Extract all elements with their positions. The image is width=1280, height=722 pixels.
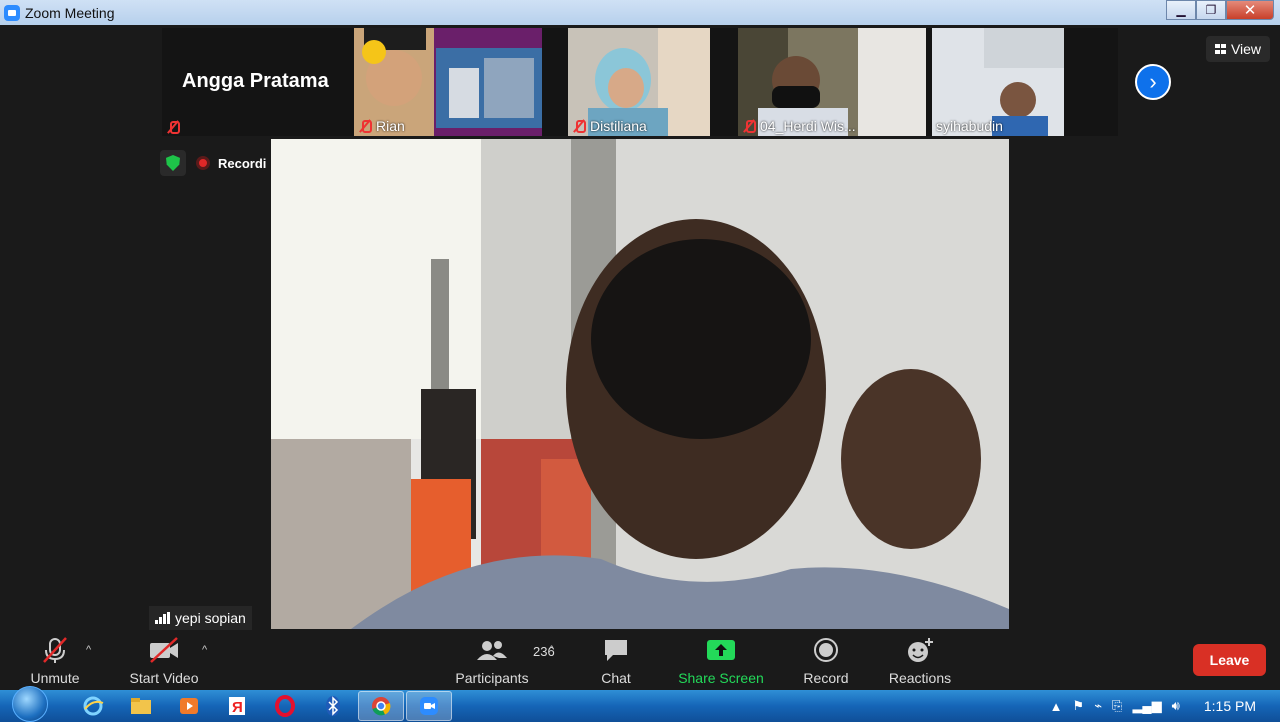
start-video-label: Start Video	[129, 670, 199, 686]
active-speaker-video	[271, 139, 1009, 629]
taskbar-clock[interactable]: 1:15 PM	[1204, 698, 1256, 714]
svg-text:Я: Я	[232, 699, 243, 716]
active-speaker-label: yepi sopian	[149, 606, 252, 630]
muted-mic-icon	[572, 119, 586, 133]
chat-icon	[602, 636, 630, 664]
share-screen-label: Share Screen	[678, 670, 764, 686]
audio-options-caret-icon[interactable]: ^	[86, 644, 91, 656]
close-button[interactable]: ✕	[1226, 0, 1274, 20]
wifi-signal-icon[interactable]: ▂▄▆	[1132, 698, 1161, 714]
file-explorer-icon[interactable]	[118, 691, 164, 721]
window-titlebar: Zoom Meeting ▁ ❐ ✕	[0, 0, 1280, 25]
system-tray: ▲ ⚑ ⌁ ⎘ ▂▄▆ 🔊︎ 1:15 PM	[1050, 690, 1280, 722]
share-screen-button[interactable]: Share Screen	[675, 630, 767, 690]
unmute-button[interactable]: Unmute	[22, 630, 88, 690]
view-button[interactable]: View	[1206, 36, 1270, 62]
muted-mic-icon	[742, 119, 756, 133]
participant-name: Distiliana	[590, 118, 647, 134]
participant-name: 04_Herdi Wis...	[760, 118, 856, 134]
record-label: Record	[803, 670, 849, 686]
meeting-toolbar: Unmute ^ Start Video ^ 236 Participants …	[0, 630, 1280, 690]
show-hidden-icons-icon[interactable]: ▲	[1050, 699, 1063, 714]
participants-icon: 236	[475, 636, 555, 664]
internet-explorer-icon[interactable]	[70, 691, 116, 721]
media-player-icon[interactable]	[166, 691, 212, 721]
chat-button[interactable]: Chat	[591, 630, 641, 690]
next-page-button[interactable]: ›	[1135, 64, 1171, 100]
signal-strength-icon	[155, 612, 170, 624]
bluetooth-icon[interactable]	[310, 691, 356, 721]
reactions-icon	[905, 636, 935, 664]
participant-tile[interactable]: 04_Herdi Wis...	[738, 28, 926, 136]
record-button[interactable]: Record	[799, 630, 853, 690]
chevron-right-icon: ›	[1149, 69, 1157, 94]
recording-indicator[interactable]: Recordi	[196, 150, 266, 176]
participant-tile[interactable]: syihabudin	[932, 28, 1064, 136]
start-button[interactable]	[12, 686, 48, 722]
participant-name: Rian	[376, 118, 405, 134]
yandex-browser-icon[interactable]: Я	[214, 691, 260, 721]
usb-device-icon[interactable]: ⎘	[1112, 698, 1122, 714]
unmute-label: Unmute	[30, 670, 80, 686]
participant-tile[interactable]: Rian	[354, 28, 542, 136]
minimize-button[interactable]: ▁	[1166, 0, 1196, 20]
participants-options-caret-icon[interactable]: ^	[549, 644, 554, 656]
zoom-logo-icon	[4, 4, 20, 21]
muted-mic-icon	[40, 636, 70, 664]
participants-label: Participants	[455, 670, 529, 686]
gallery-strip: Angga Pratama Rian Distiliana 04_Herdi W…	[162, 28, 1118, 136]
window-title: Zoom Meeting	[25, 4, 115, 21]
volume-icon[interactable]: 🔊︎	[1172, 698, 1180, 714]
chat-label: Chat	[601, 670, 631, 686]
reactions-label: Reactions	[888, 670, 952, 686]
leave-meeting-button[interactable]: Leave	[1193, 644, 1266, 676]
reactions-button[interactable]: Reactions	[885, 630, 955, 690]
video-options-caret-icon[interactable]: ^	[202, 644, 207, 656]
record-dot-icon	[196, 156, 210, 170]
recording-label: Recordi	[218, 155, 267, 171]
start-video-button[interactable]: Start Video	[124, 630, 204, 690]
grid-icon	[1214, 44, 1226, 54]
participant-name-large: Angga Pratama	[182, 70, 329, 92]
windows-taskbar: Я ▲ ⚑ ⌁ ⎘ ▂▄▆ 🔊︎ 1:15 PM	[0, 686, 1280, 722]
active-speaker-name: yepi sopian	[175, 610, 246, 626]
security-shield-icon[interactable]	[160, 150, 186, 176]
participant-tile[interactable]: Distiliana	[568, 28, 710, 136]
participant-name: syihabudin	[936, 118, 1003, 134]
participant-tile-name-only[interactable]: Angga Pratama	[162, 28, 352, 136]
action-center-flag-icon[interactable]: ⚑	[1073, 698, 1085, 714]
network-status-icon[interactable]: ⌁	[1094, 698, 1102, 714]
maximize-button[interactable]: ❐	[1196, 0, 1226, 20]
video-off-icon	[148, 636, 180, 664]
record-icon	[812, 636, 840, 664]
chrome-browser-icon[interactable]	[358, 691, 404, 721]
muted-mic-icon	[166, 120, 180, 134]
participants-button[interactable]: 236 Participants	[452, 630, 555, 690]
muted-mic-icon	[358, 119, 372, 133]
opera-browser-icon[interactable]	[262, 691, 308, 721]
zoom-app-icon[interactable]	[406, 691, 452, 721]
share-screen-icon	[706, 636, 736, 664]
